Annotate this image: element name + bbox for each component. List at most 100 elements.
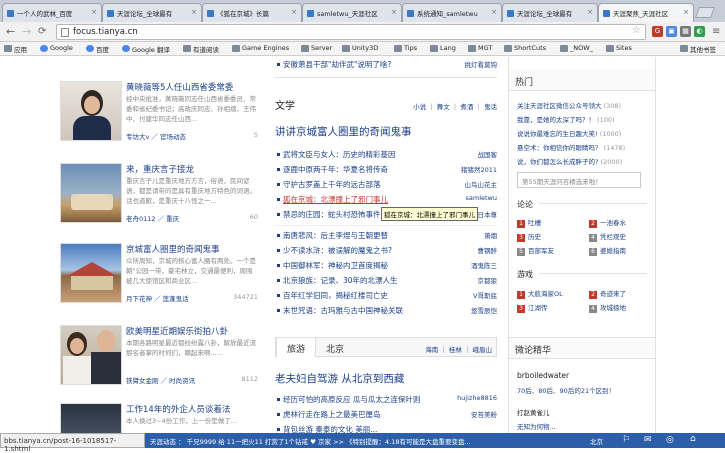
list-item[interactable]: 中国御林军：神秘内卫首度揭秘 酒鬼陈三 <box>277 260 497 272</box>
feed-meta[interactable]: 专坊大v ／ 官场动态 <box>126 131 186 141</box>
bookmark-youdao[interactable]: 有道阅读 <box>183 44 219 54</box>
feed-meta[interactable]: 铁臂女金刚 ／ 时尚资讯 <box>126 375 195 385</box>
new-tab-button[interactable] <box>694 7 716 18</box>
tab-6[interactable]: 天涯论坛_全球最有 × <box>502 3 598 22</box>
forum-link[interactable]: 1 吐槽 <box>517 217 541 228</box>
section-tabs-literature[interactable]: 小说 ｜ 舞文 ｜ 煮酒 ｜ 鬼话 <box>413 101 497 111</box>
list-item[interactable]: 背包丝游 秦泰的文化 美丽... <box>277 424 497 433</box>
feed-thumbnail[interactable] <box>60 81 122 141</box>
weibo-item[interactable]: 无知为何物... <box>517 421 556 431</box>
list-item-hovered[interactable]: 狐在京城：北漂撞上了邪门事儿 samletwu <box>277 194 497 206</box>
back-icon[interactable]: ← <box>6 25 15 38</box>
close-icon[interactable]: × <box>291 8 297 16</box>
forum-link[interactable]: 5 百部军友 <box>517 245 554 256</box>
news-ticker[interactable]: 天涯动态 ： 千兄9999 给 11一把火11 打赏了1个钻戒 ♥ 京家 >> … <box>150 436 471 446</box>
forum-link[interactable]: 4 凭栏观史 <box>589 231 626 242</box>
list-item[interactable]: 末世咒语：古玛雅与古中国神秘关联 悠雪辰恺 <box>277 305 497 317</box>
bookmark-folder-sites[interactable]: Sites <box>606 44 632 52</box>
tianya-logo-icon[interactable]: ⌂ <box>690 434 696 444</box>
tab-5[interactable]: 系统通知_samletwu × <box>402 3 502 22</box>
feed-title[interactable]: 工作14年的外企人员谈着法 <box>126 403 230 415</box>
list-item[interactable]: 虎林行走在路上之最美巴厘岛 安苔美粉 <box>277 409 497 421</box>
close-icon[interactable]: × <box>587 8 593 16</box>
tab-2[interactable]: 天涯论坛_全球最有 × <box>102 3 202 22</box>
list-item[interactable]: 安徽萧县干部"劫伴武"说明了啥? 挑灯看莫钩 <box>277 59 497 71</box>
list-item[interactable]: 少不读水浒：被误解的魔鬼之书? 曹钢醉 <box>277 245 497 257</box>
feed-thumbnail[interactable] <box>60 325 122 385</box>
close-icon[interactable]: × <box>491 8 497 16</box>
bookmark-folder-other[interactable]: 其他书签 <box>680 44 716 54</box>
travel-headline[interactable]: 老夫妇自驾游 从北京到西藏 <box>275 371 404 386</box>
tab-1[interactable]: 一个人的武林_百度 × <box>2 3 102 22</box>
list-item[interactable]: 逐鹿中原两千年：华夏名将传奇 猪猪然2011 <box>277 164 497 176</box>
feed-thumbnail[interactable] <box>60 163 122 223</box>
close-icon[interactable]: × <box>683 8 689 16</box>
bookmark-folder-server[interactable]: Server <box>301 44 332 52</box>
game-link[interactable]: 4 攻城掠地 <box>589 302 626 313</box>
feed-title[interactable]: 京城富人圈里的奇闻鬼事 <box>126 243 220 255</box>
extension-red-icon[interactable]: G <box>652 26 663 37</box>
menu-icon[interactable]: ≡ <box>712 25 720 38</box>
forum-link[interactable]: 6 婆媳指南 <box>589 245 626 256</box>
bookmark-star-icon[interactable]: ☆ <box>632 25 641 36</box>
bookmark-folder-shortcuts[interactable]: ShortCuts <box>504 44 546 52</box>
close-icon[interactable]: × <box>191 8 197 16</box>
hot-item[interactable]: 我靠，是她的太深了吗？！ (100) <box>517 114 615 124</box>
bookmark-folder-now[interactable]: _NOW_ <box>560 44 593 52</box>
forum-link[interactable]: 3 历史 <box>517 231 541 242</box>
bookmark-folder-game-engines[interactable]: Game Engines <box>232 44 289 52</box>
game-link[interactable]: 2 奇迹来了 <box>589 288 626 299</box>
bookmark-folder-tips[interactable]: Tips <box>394 44 417 52</box>
tab-7-active[interactable]: 天涯聚焦_天涯社区 × <box>598 3 694 22</box>
bookmark-google-translate[interactable]: Google 翻译 <box>122 44 170 54</box>
close-icon[interactable]: × <box>391 8 397 16</box>
list-item[interactable]: 南唐悲风：后主李煜与王朝更替 萧烟 <box>277 230 497 242</box>
tab-4[interactable]: samletwu_天涯社区 × <box>302 3 402 22</box>
feed-title[interactable]: 欧美明星近期娱乐街拍八卦 <box>126 325 228 337</box>
forward-icon[interactable]: → <box>22 25 31 38</box>
feed-meta[interactable]: 老舟0112 ／ 重庆 <box>126 213 179 223</box>
extension-blue-icon[interactable]: ▣ <box>666 26 677 37</box>
bell-icon[interactable]: ⚐ <box>622 435 630 445</box>
hot-item[interactable]: 说说你最难忘的生日趣大笑! (1000) <box>517 128 621 138</box>
feed-meta[interactable]: 月下花神 ／ 莲蓬鬼话 <box>126 293 189 303</box>
list-item[interactable]: 武将文臣与女人：历史的精彩基因 战国客 <box>277 149 497 161</box>
travel-subtabs[interactable]: 海南 ｜ 桂林 ｜ 峨眉山 <box>425 344 492 354</box>
hot-item[interactable]: 关注天涯社区微信公众号领大 (308) <box>517 100 621 110</box>
list-item[interactable]: 北京狼族：记录、30年的北漂人生 京都狼 <box>277 275 497 287</box>
tab-beijing[interactable]: 北京 <box>326 342 344 355</box>
tab-3[interactable]: 《狐在京城》长篇 × <box>202 3 302 22</box>
tab-travel[interactable]: 旅游 <box>276 337 316 357</box>
feed-title[interactable]: 黄晓薇等5人任山西省委常委 <box>126 81 233 93</box>
extension-green-icon[interactable]: ◐ <box>694 26 705 37</box>
close-icon[interactable]: × <box>91 8 97 16</box>
region-label[interactable]: 北京 <box>590 436 603 446</box>
extension-gray-icon[interactable]: ▦ <box>680 26 691 37</box>
mail-icon[interactable]: ✉ <box>644 435 652 445</box>
feed-title[interactable]: 来，重庆言子接龙 <box>126 163 194 175</box>
bookmark-baidu[interactable]: 百度 <box>86 44 109 54</box>
bookmark-folder-mgt[interactable]: MGT <box>468 44 492 52</box>
reload-icon[interactable]: ⟳ <box>38 25 46 38</box>
address-bar[interactable]: focus.tianya.cn ☆ <box>56 24 646 40</box>
list-item[interactable]: 守护古罗盖上千年的远古部落 山鸟山花主 <box>277 179 497 191</box>
feed-thumbnail[interactable] <box>60 403 122 433</box>
hot-item[interactable]: 悬空术：你相信你的眼睛吗？ (1478) <box>517 142 625 152</box>
list-item[interactable]: 经历可怕的高原反应 瓜与瓜太之连保叶则 hujizhe8816 <box>277 394 497 406</box>
bookmark-google[interactable]: Google <box>40 44 73 52</box>
bookmark-apps[interactable]: 应用 <box>4 44 27 54</box>
weibo-item[interactable]: 70后、80后、90后的21个区别！ <box>517 385 615 395</box>
bookmark-folder-lang[interactable]: Lang <box>430 44 456 52</box>
weibo-user[interactable]: brboiledwater <box>517 371 569 380</box>
bookmark-folder-unity3d[interactable]: Unity3D <box>342 44 378 52</box>
feed-thumbnail[interactable] <box>60 243 122 303</box>
list-item[interactable]: 百年红学旧同，揭秘红楼司亡史 V哥斯底 <box>277 290 497 302</box>
forum-link[interactable]: 2 一池春水 <box>589 217 626 228</box>
literature-headline[interactable]: 讲讲京城富人圈里的奇闻鬼事 <box>275 124 412 139</box>
qa-input[interactable]: 第55期天涯问答精选来啦！ <box>517 172 641 188</box>
game-link[interactable]: 1 大航海家OL <box>517 288 563 299</box>
hot-item[interactable]: 说，你们都怎么长成胖子的? (2000) <box>517 156 622 166</box>
weibo-icon[interactable]: ◎ <box>666 435 674 445</box>
game-link[interactable]: 3 江湖传 <box>517 302 548 313</box>
weibo-more[interactable]: 打赵黄雀儿 <box>517 407 550 417</box>
